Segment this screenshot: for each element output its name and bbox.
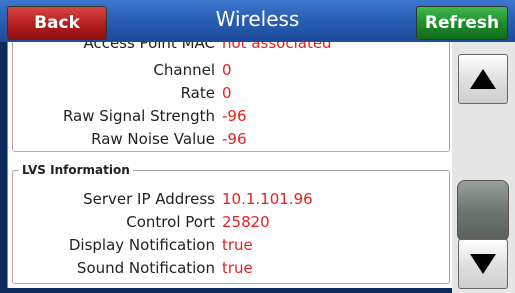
info-label: Rate: [180, 84, 215, 102]
up-arrow-icon: [470, 69, 496, 89]
info-row: Control Port 25820: [8, 213, 453, 235]
info-value: 0: [222, 61, 232, 79]
scroll-up-button[interactable]: [458, 54, 508, 104]
refresh-button[interactable]: Refresh: [416, 6, 508, 40]
info-label: Access Point MAC: [83, 42, 215, 52]
info-row: Raw Signal Strength -96: [8, 107, 453, 129]
info-value: true: [222, 259, 253, 277]
info-label: Sound Notification: [76, 259, 215, 277]
down-arrow-icon: [470, 254, 496, 274]
info-label: Display Notification: [68, 236, 215, 254]
info-value: 25820: [222, 213, 270, 231]
info-label: Raw Signal Strength: [62, 107, 215, 125]
info-value: 0: [222, 84, 232, 102]
info-row: Channel 0: [8, 61, 453, 83]
scroll-thumb[interactable]: [457, 180, 509, 242]
info-label: Raw Noise Value: [91, 130, 215, 148]
title-bar: Back Wireless Refresh: [0, 0, 515, 42]
info-label: Control Port: [126, 213, 215, 231]
info-row: Rate 0: [8, 84, 453, 106]
info-value: true: [222, 236, 253, 254]
lvs-group-title: LVS Information: [19, 163, 133, 177]
info-value: -96: [222, 107, 247, 125]
info-row: Access Point MAC not associated: [8, 42, 453, 56]
info-value: 10.1.101.96: [222, 190, 313, 208]
scroll-down-button[interactable]: [458, 239, 508, 289]
content-panel: Access Point MAC not associated Channel …: [7, 42, 453, 288]
info-row: Raw Noise Value -96: [8, 130, 453, 152]
info-value: -96: [222, 130, 247, 148]
info-row: Display Notification true: [8, 236, 453, 258]
info-value: not associated: [222, 42, 332, 52]
scrollbar[interactable]: [452, 42, 515, 293]
info-label: Channel: [153, 61, 215, 79]
info-row: Sound Notification true: [8, 259, 453, 281]
info-row: Server IP Address 10.1.101.96: [8, 190, 453, 212]
info-label: Server IP Address: [83, 190, 215, 208]
